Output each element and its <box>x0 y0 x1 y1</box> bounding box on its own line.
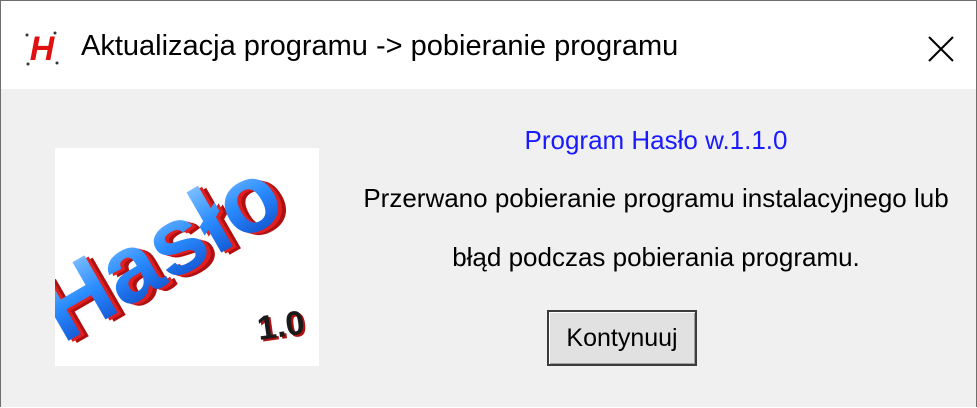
window-title: Aktualizacja programu -> pobieranie prog… <box>81 30 679 62</box>
title-bar[interactable]: H Aktualizacja programu -> pobieranie pr… <box>1 1 976 89</box>
program-version-label: Program Hasło w.1.1.0 <box>524 125 788 155</box>
h-logo-icon: H <box>21 27 63 69</box>
close-icon <box>928 36 954 62</box>
error-message-line-2: błąd podczas pobierania programu. <box>452 242 860 272</box>
svg-text:H: H <box>30 30 56 68</box>
dialog-body: Hasło Hasło Hasło 1.0 1.0 Program Hasło … <box>1 89 976 407</box>
dialog-window: H Aktualizacja programu -> pobieranie pr… <box>0 0 977 407</box>
continue-button[interactable]: Kontynuuj <box>547 310 697 366</box>
error-message-line-1: Przerwano pobieranie programu instalacyj… <box>363 183 949 213</box>
svg-text:1.0: 1.0 <box>255 304 307 348</box>
close-button[interactable] <box>906 21 976 77</box>
haslo-logo-image: Hasło Hasło Hasło 1.0 1.0 <box>55 148 319 366</box>
